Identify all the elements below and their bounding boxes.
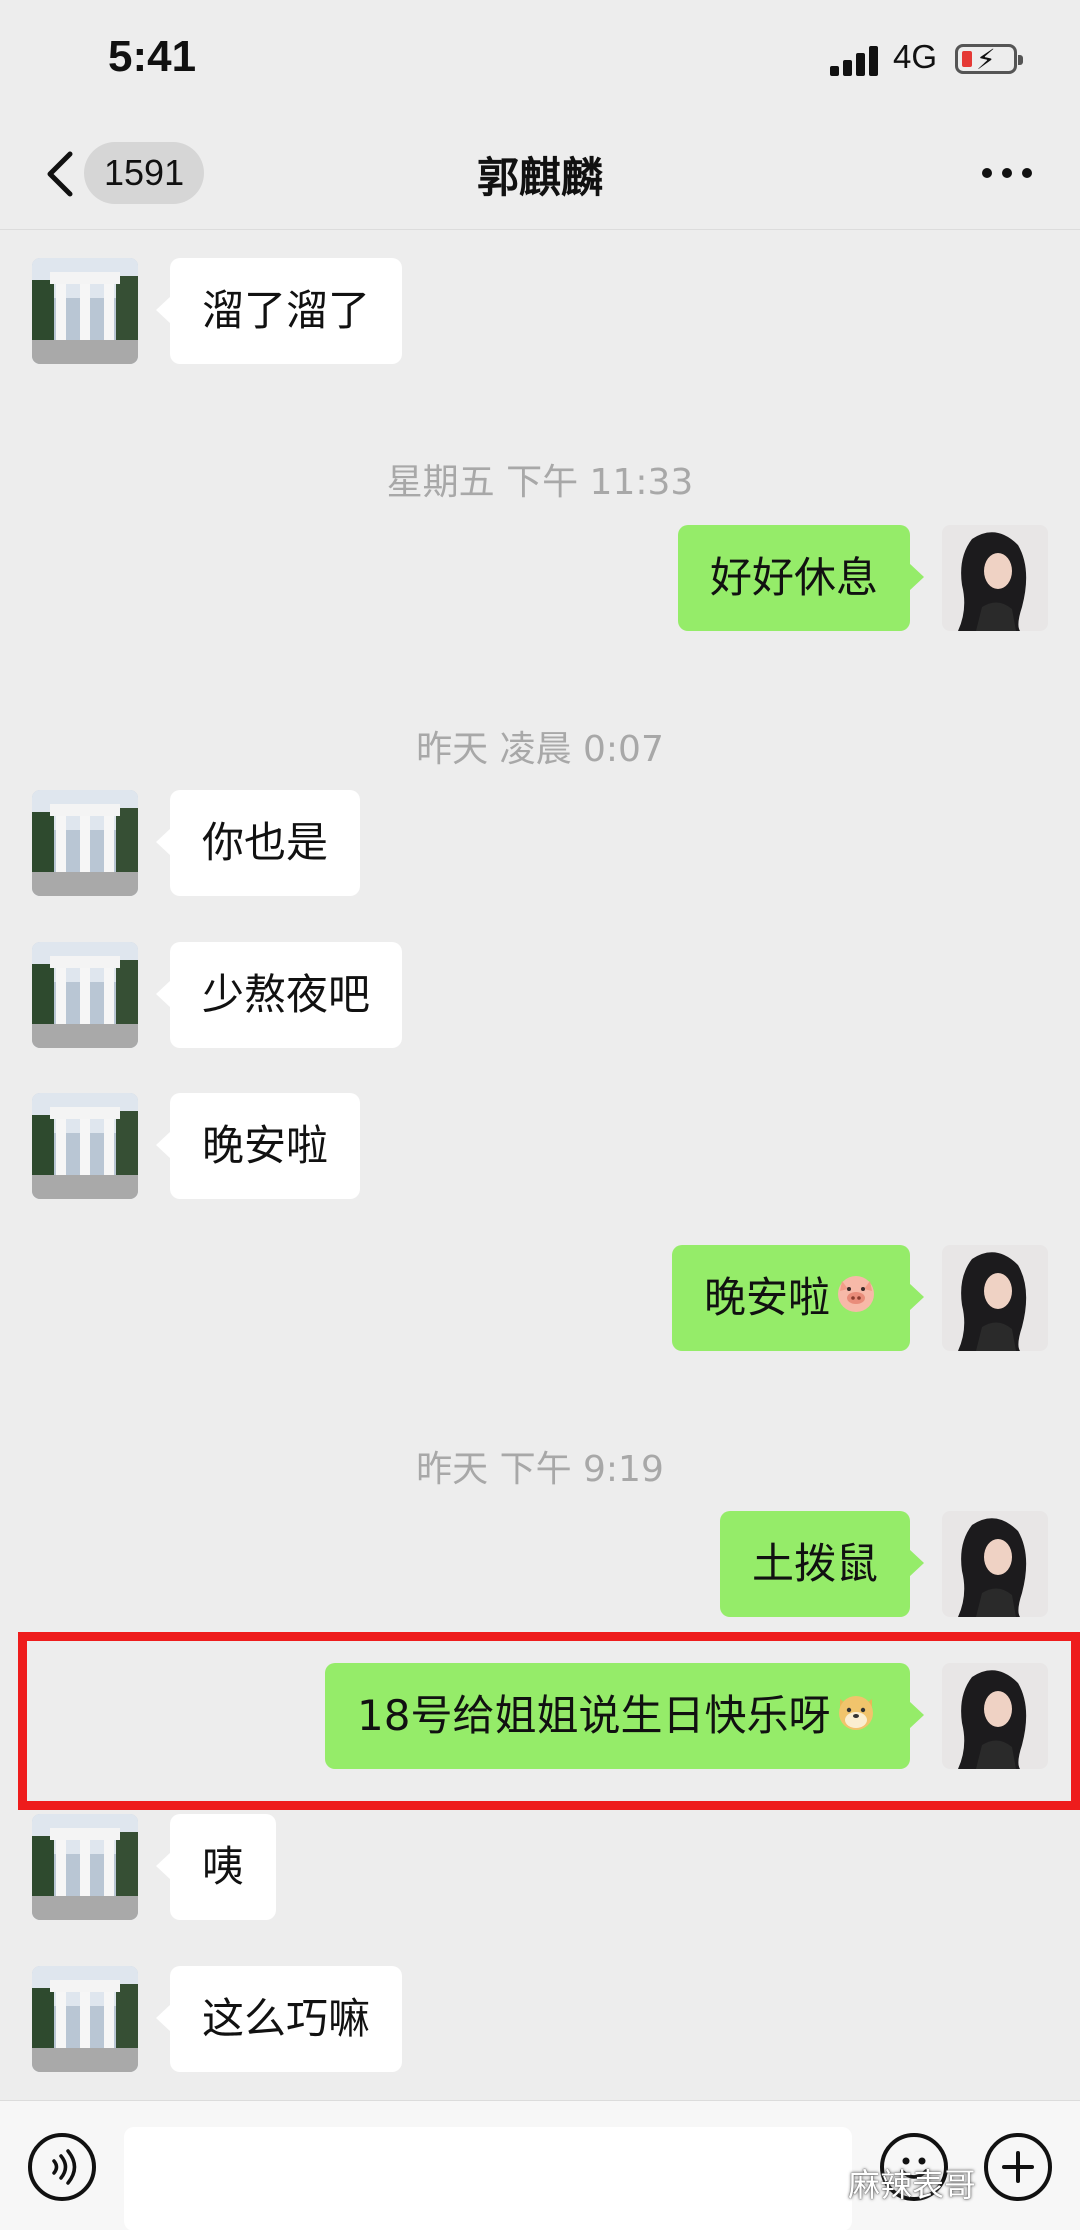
timestamp-label: 星期五 下午 11:33	[386, 462, 694, 503]
highlight-box	[18, 1632, 1080, 1810]
message-text: 晚安啦	[704, 1273, 831, 1322]
my-avatar[interactable]	[942, 525, 1048, 631]
message-bubble[interactable]: 少熬夜吧	[156, 942, 402, 1048]
message-text: 少熬夜吧	[202, 970, 371, 1019]
watermark: 麻辣表哥	[848, 2166, 977, 2204]
message-bubble[interactable]: 土拨鼠	[720, 1511, 924, 1617]
plus-icon	[1002, 2151, 1034, 2183]
message-text: 土拨鼠	[752, 1539, 879, 1588]
contact-avatar[interactable]	[32, 1966, 138, 2072]
pig-face-icon	[834, 1248, 878, 1354]
message-text: 这么巧嘛	[202, 1994, 371, 2043]
status-time: 5:41	[108, 32, 197, 81]
contact-avatar[interactable]	[32, 942, 138, 1048]
message-text: 咦	[202, 1842, 245, 1891]
message-bubble[interactable]: 晚安啦	[156, 1093, 360, 1199]
contact-avatar[interactable]	[32, 1814, 138, 1920]
my-avatar[interactable]	[942, 1511, 1048, 1617]
status-bar: 5:41 4G ⚡	[0, 0, 1080, 120]
contact-avatar[interactable]	[32, 1093, 138, 1199]
my-avatar[interactable]	[942, 1245, 1048, 1351]
contact-avatar[interactable]	[32, 258, 138, 364]
network-type: 4G	[893, 38, 938, 75]
message-text: 溜了溜了	[202, 286, 371, 335]
contact-avatar[interactable]	[32, 790, 138, 896]
more-options-icon[interactable]	[982, 168, 1032, 180]
message-bubble[interactable]: 你也是	[156, 790, 360, 896]
message-input[interactable]	[124, 2127, 852, 2230]
chat-title: 郭麒麟	[476, 153, 603, 202]
voice-input-button[interactable]	[28, 2133, 96, 2201]
message-bubble[interactable]: 溜了溜了	[156, 258, 402, 364]
add-attachment-button[interactable]	[984, 2133, 1052, 2201]
message-text: 你也是	[202, 818, 329, 867]
battery-icon: ⚡	[955, 43, 1023, 76]
chat-header: 1591 郭麒麟	[0, 120, 1080, 230]
message-bubble[interactable]: 这么巧嘛	[156, 1966, 402, 2072]
message-bubble[interactable]: 咦	[156, 1814, 276, 1920]
timestamp-label: 昨天 下午 9:19	[416, 1449, 664, 1490]
timestamp-label: 昨天 凌晨 0:07	[416, 729, 664, 770]
message-text: 好好休息	[710, 553, 879, 602]
voice-icon	[52, 2149, 77, 2185]
message-bubble[interactable]: 好好休息	[678, 525, 924, 631]
message-bubble[interactable]: 晚安啦	[672, 1245, 924, 1354]
message-text: 晚安啦	[202, 1121, 329, 1170]
signal-icon	[830, 46, 880, 76]
